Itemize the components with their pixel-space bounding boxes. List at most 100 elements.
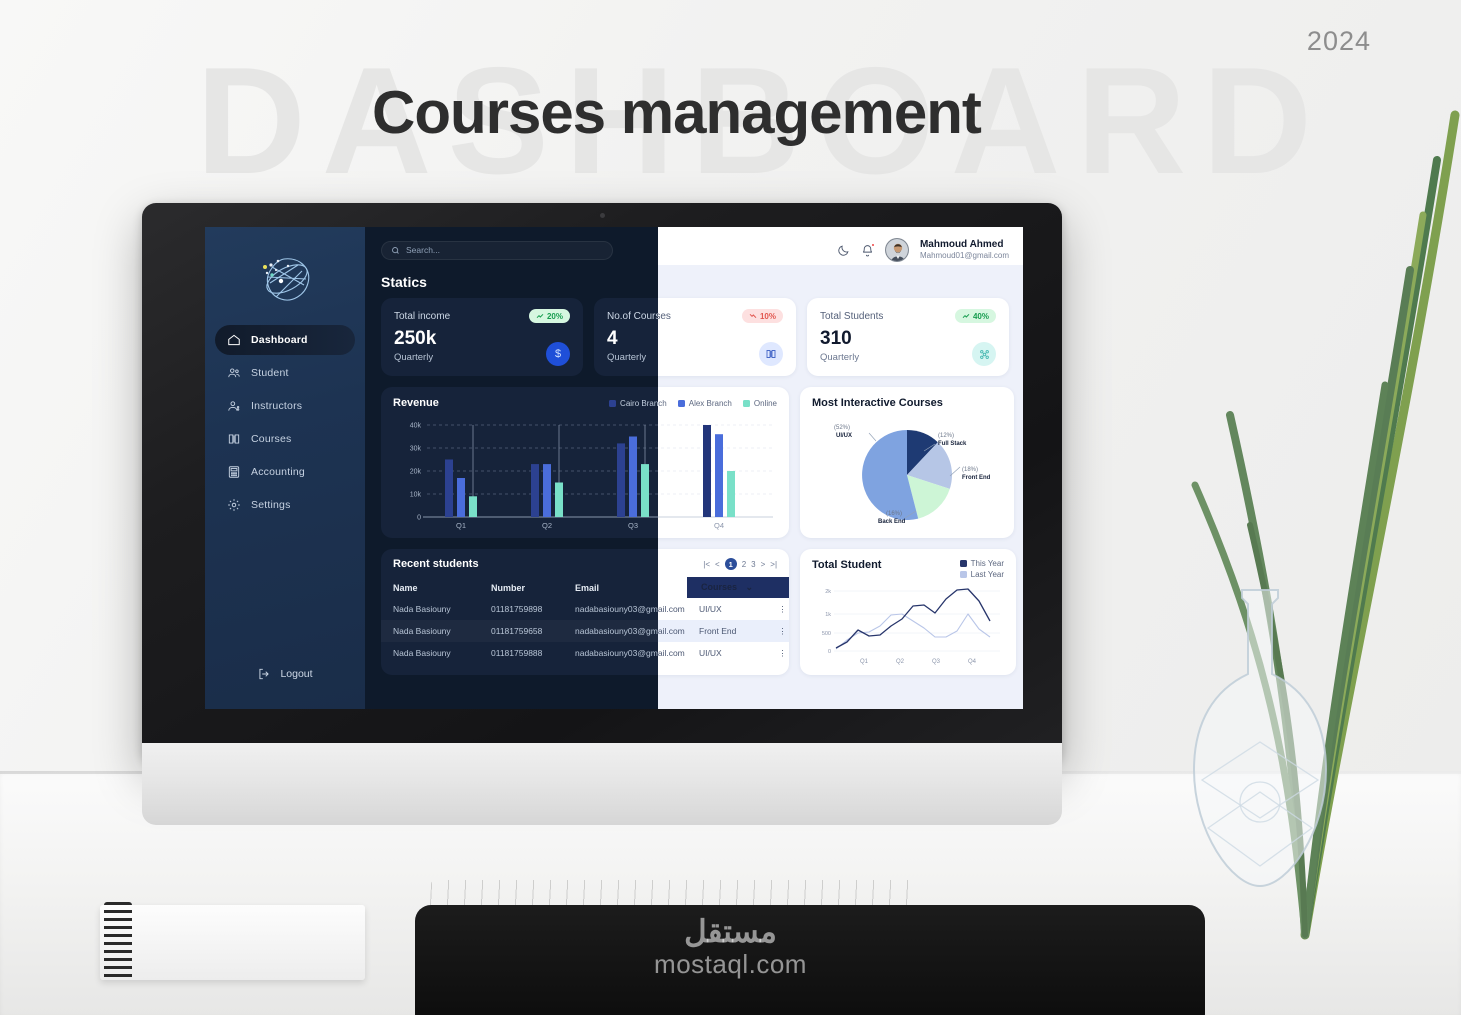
sidebar-item-accounting[interactable]: Accounting xyxy=(215,457,355,487)
legend-label: Last Year xyxy=(970,570,1005,579)
sidebar: Dashboard Student Instructors Courses Ac… xyxy=(205,227,365,709)
sidebar-item-dashboard[interactable]: Dashboard xyxy=(215,325,355,355)
svg-text:Q2: Q2 xyxy=(542,521,552,530)
status-badge: 40% xyxy=(954,309,996,323)
cell-email: nadabasiouny03@gmail.com xyxy=(575,626,685,636)
column-header-email[interactable]: Email xyxy=(563,577,687,598)
stat-sub: Quarterly xyxy=(394,352,434,363)
bar-q1-cairo xyxy=(445,459,453,517)
stat-label: No.of Courses xyxy=(607,310,671,322)
sidebar-nav: Dashboard Student Instructors Courses Ac… xyxy=(205,325,365,520)
sidebar-item-courses[interactable]: Courses xyxy=(215,424,355,454)
search-placeholder: Search... xyxy=(406,245,441,255)
pagination-page-2[interactable]: 2 xyxy=(742,560,746,569)
row-menu-icon[interactable]: ⋮ xyxy=(765,598,789,620)
pagination-prev[interactable]: < xyxy=(715,560,720,569)
cell-number: 01181759888 xyxy=(491,648,543,658)
recent-students-title: Recent students xyxy=(393,558,479,570)
cell-name: Nada Basiouny xyxy=(393,626,451,636)
table-row[interactable]: Nada Basiouny 01181759898 nadabasiouny03… xyxy=(381,598,789,620)
instructor-icon xyxy=(228,401,240,411)
svg-text:Q3: Q3 xyxy=(628,521,638,530)
topbar-actions: Mahmoud Ahmed Mahmoud01@gmail.com xyxy=(837,238,1009,262)
photo-scene: DASHBOARD Courses management 2024 Dashbo… xyxy=(0,0,1461,1015)
line-this-year xyxy=(835,588,991,649)
pagination-next[interactable]: > xyxy=(761,560,766,569)
stat-delta: 10% xyxy=(759,311,776,321)
stat-label: Total income xyxy=(394,310,451,322)
legend-item: Cairo Branch xyxy=(609,399,667,408)
pie-label-back-end: Back End xyxy=(878,519,906,525)
pagination-first[interactable]: |< xyxy=(703,560,710,569)
webcam-dot xyxy=(600,213,605,218)
column-header-courses-label: Courses xyxy=(701,582,738,592)
pagination-page-3[interactable]: 3 xyxy=(751,560,755,569)
legend-swatch xyxy=(959,560,967,567)
table-row[interactable]: Nada Basiouny 01181759888 nadabasiouny03… xyxy=(381,642,789,664)
courses-pie-chart: (12%) Full Stack (18%) Front End (16%) B… xyxy=(834,425,991,525)
watermark-url: mostaql.com xyxy=(654,949,807,979)
row-menu-icon[interactable]: ⋮ xyxy=(765,620,789,642)
trend-down-icon xyxy=(749,313,757,319)
logout-button[interactable]: Logout xyxy=(205,667,365,695)
svg-text:Q4: Q4 xyxy=(968,659,977,665)
column-header-courses[interactable]: Courses ⌄ xyxy=(687,577,790,598)
bar-q2-online xyxy=(555,482,563,517)
stat-card-total-income[interactable]: Total income 20% 250k Quarterly $ xyxy=(381,298,583,376)
sidebar-item-label: Settings xyxy=(251,499,291,511)
stat-card-no-of-courses[interactable]: No.of Courses 10% 4 Quarterly xyxy=(594,298,796,376)
sidebar-item-settings[interactable]: Settings xyxy=(215,490,355,520)
svg-text:Q4: Q4 xyxy=(714,521,724,530)
sidebar-item-instructors[interactable]: Instructors xyxy=(215,391,355,421)
bar-q1-online xyxy=(469,496,477,517)
row-menu-icon[interactable]: ⋮ xyxy=(765,642,789,664)
pagination-last[interactable]: >| xyxy=(770,560,777,569)
main-content: Search... Mahmoud Ahmed Mahmoud01@gmail.… xyxy=(365,227,1023,709)
stat-card-total-students[interactable]: Total Students 40% 310 Quarterly xyxy=(807,298,1009,376)
legend-swatch xyxy=(959,571,967,578)
recent-students-table: Name Number Email Courses ⌄ Nada Basioun… xyxy=(381,577,790,664)
stat-value: 250k xyxy=(394,328,437,349)
search-icon xyxy=(392,246,399,254)
year-label: 2024 xyxy=(1306,26,1371,56)
svg-text:Q3: Q3 xyxy=(932,659,941,665)
svg-text:40k: 40k xyxy=(410,423,422,430)
revenue-panel: Revenue Cairo Branch Alex Branch Online xyxy=(381,387,789,538)
stat-value: 310 xyxy=(820,328,852,349)
search-input[interactable]: Search... xyxy=(381,240,613,260)
sidebar-item-student[interactable]: Student xyxy=(215,358,355,388)
status-badge: 10% xyxy=(741,309,783,323)
bell-icon[interactable] xyxy=(861,242,875,257)
bar-q2-cairo xyxy=(531,464,539,517)
notebook-spiral xyxy=(104,902,132,980)
chevron-down-icon[interactable]: ⌄ xyxy=(746,582,754,592)
stats-row: Total income 20% 250k Quarterly $ No.of … xyxy=(381,298,1009,376)
charts-row: Revenue Cairo Branch Alex Branch Online xyxy=(381,387,1014,538)
total-student-panel: Total Student This Year Last Year 2k 1k … xyxy=(800,549,1017,675)
recent-students-header: Recent students |< < 1 2 3 > >| xyxy=(381,558,789,570)
column-header-number[interactable]: Number xyxy=(479,577,563,598)
column-header-name[interactable]: Name xyxy=(381,577,479,598)
total-student-line-chart: 2k 1k 500 0 Q1 Q2 Q3 Q4 xyxy=(822,588,1001,665)
legend-label: Alex Branch xyxy=(688,398,732,408)
svg-text:1k: 1k xyxy=(825,612,831,618)
cell-number: 01181759658 xyxy=(491,626,543,636)
pie-label-full-stack: Full Stack xyxy=(938,441,967,447)
pie-label-back-end-value: (16%) xyxy=(886,511,902,517)
stat-sub: Quarterly xyxy=(820,352,860,363)
legend-swatch xyxy=(609,399,617,407)
bar-q3-online xyxy=(641,464,649,517)
avatar[interactable] xyxy=(884,238,909,262)
bottom-row: Recent students |< < 1 2 3 > >| Name Num… xyxy=(381,549,1017,675)
line-last-year xyxy=(835,613,991,650)
pagination-page-1[interactable]: 1 xyxy=(724,558,737,570)
dashboard-app-dark: Dashboard Student Instructors Courses Ac… xyxy=(205,227,1023,709)
network-logo-icon xyxy=(263,258,310,301)
moon-icon[interactable] xyxy=(837,244,850,257)
legend-label: This Year xyxy=(970,559,1004,568)
total-student-title: Total Student xyxy=(812,559,882,571)
table-row[interactable]: Nada Basiouny 01181759658 nadabasiouny03… xyxy=(381,620,789,642)
pie-label-front-end-value: (18%) xyxy=(962,467,978,473)
sidebar-item-label: Accounting xyxy=(251,466,305,478)
gear-icon xyxy=(228,499,240,511)
